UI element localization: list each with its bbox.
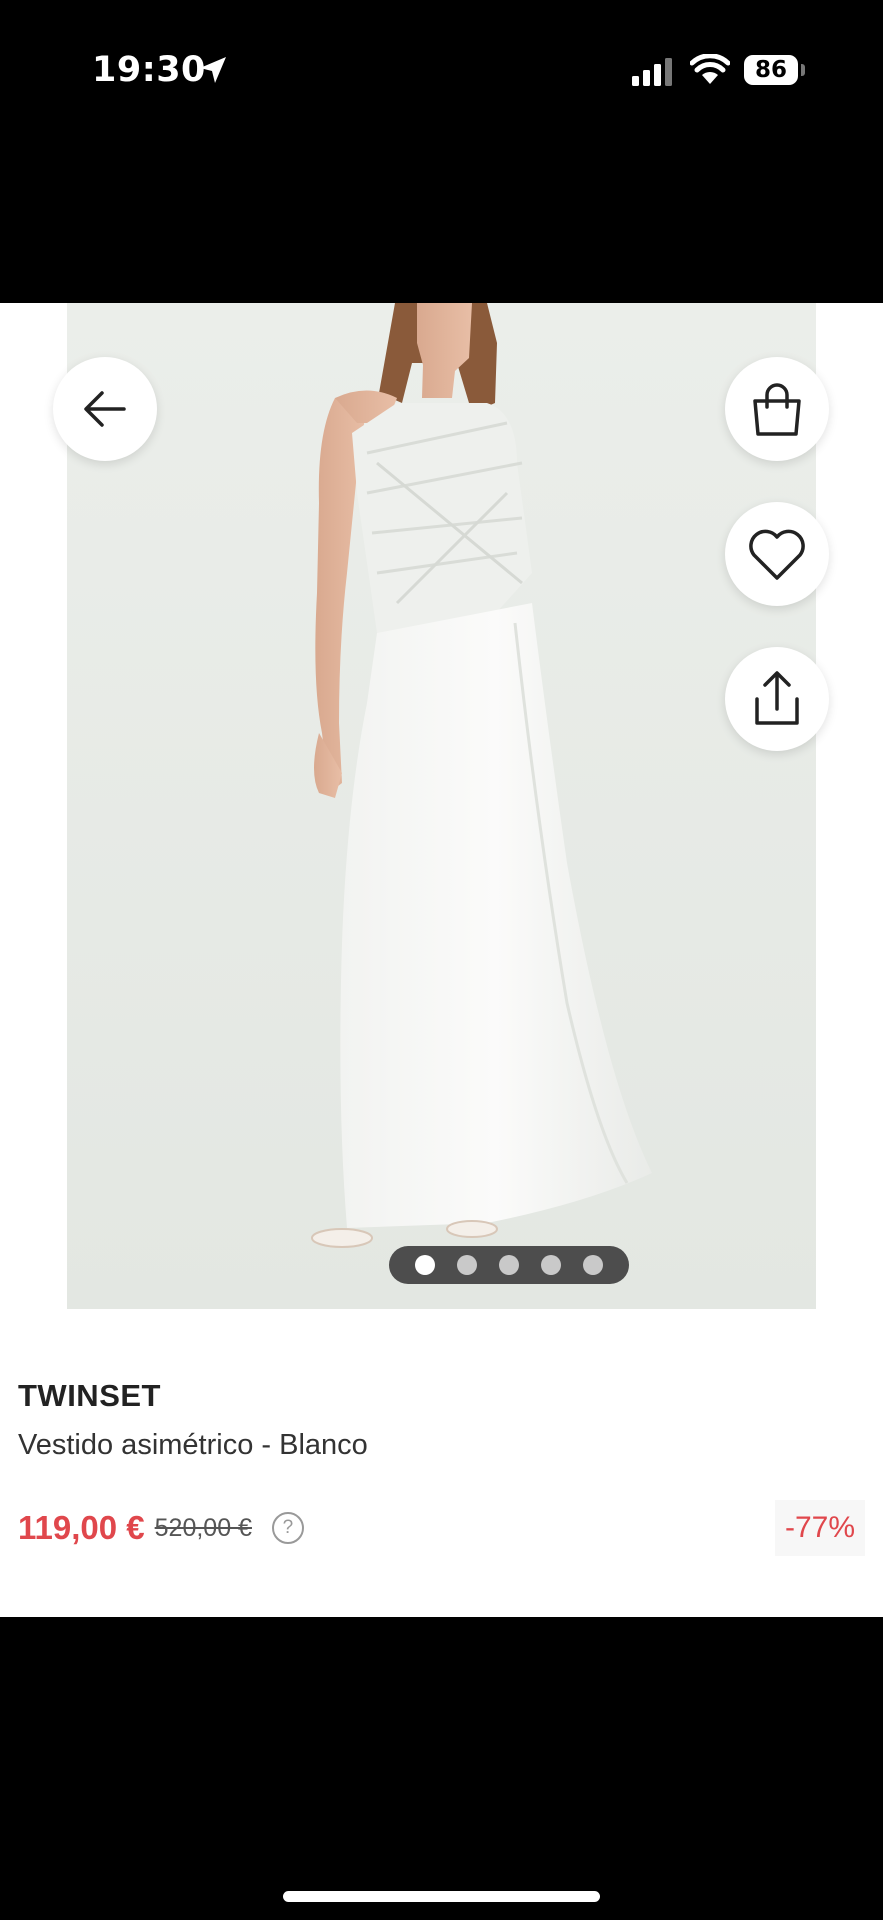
- price-row: 119,00 € 520,00 € ?: [18, 1505, 304, 1551]
- share-icon: [755, 671, 799, 725]
- wishlist-button[interactable]: [725, 502, 829, 606]
- product-brand[interactable]: TWINSET: [18, 1378, 161, 1414]
- pager-dot[interactable]: [499, 1255, 519, 1275]
- back-button[interactable]: [53, 357, 157, 461]
- product-page: TWINSET Vestido asimétrico - Blanco 119,…: [0, 303, 883, 1617]
- product-image[interactable]: [67, 303, 816, 1309]
- image-pager[interactable]: [389, 1246, 629, 1284]
- status-time: 19:30: [92, 50, 206, 90]
- help-circle-icon[interactable]: ?: [271, 1512, 304, 1544]
- dress-model-illustration: [311, 303, 652, 1248]
- shopping-bag-icon: [753, 383, 801, 436]
- location-arrow-icon: [200, 57, 226, 83]
- product-name: Vestido asimétrico - Blanco: [18, 1429, 368, 1461]
- heart-icon: [749, 529, 805, 580]
- shopping-bag-button[interactable]: [725, 357, 829, 461]
- wifi-icon: [690, 54, 730, 84]
- home-indicator[interactable]: [283, 1891, 600, 1902]
- pager-dot[interactable]: [457, 1255, 477, 1275]
- pager-dot[interactable]: [583, 1255, 603, 1275]
- battery-level: 86: [754, 57, 787, 83]
- battery-icon: 86: [744, 55, 798, 85]
- current-price: 119,00 €: [18, 1509, 145, 1546]
- share-button[interactable]: [725, 647, 829, 751]
- arrow-left-icon: [84, 391, 126, 427]
- battery-cap: [801, 64, 805, 76]
- pager-dot[interactable]: [415, 1255, 435, 1275]
- signal-bars-icon: [632, 58, 672, 86]
- status-bar: 19:30 86: [0, 0, 883, 140]
- original-price: 520,00 €: [154, 1513, 252, 1542]
- discount-badge: -77%: [775, 1500, 865, 1556]
- pager-dot[interactable]: [541, 1255, 561, 1275]
